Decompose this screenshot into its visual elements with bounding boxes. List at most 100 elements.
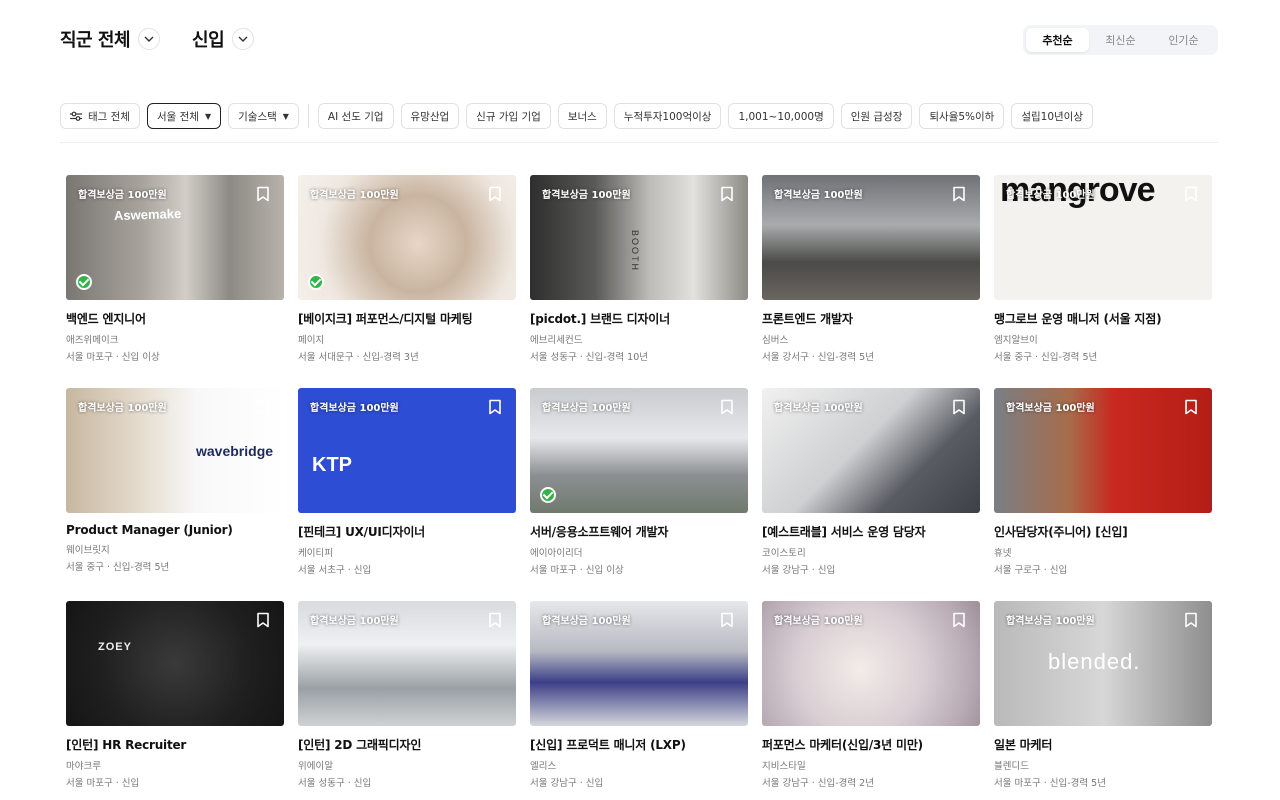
sort-tab-recommended[interactable]: 추천순 <box>1026 28 1089 52</box>
job-title[interactable]: [핀테크] UX/UI디자이너 <box>298 523 516 540</box>
filter-divider <box>307 104 309 128</box>
tag-all-button[interactable]: 태그 전체 <box>60 103 140 129</box>
company-name: 휴넷 <box>994 548 1012 559</box>
job-title[interactable]: [신입] 프로덕트 매니저 (LXP) <box>530 736 748 753</box>
job-card-grid: Aswemake 합격보상금 100만원 백엔드 엔지니어 애즈위메이크 서울 마포구 … <box>66 175 1212 800</box>
bookmark-icon[interactable] <box>952 399 966 419</box>
job-location: 서울 강남구 · 신입 <box>530 778 604 789</box>
bookmark-icon[interactable] <box>256 399 270 419</box>
tag-chip[interactable]: 1,001~10,000명 <box>728 103 834 129</box>
bookmark-icon[interactable] <box>488 186 502 206</box>
job-thumbnail: wavebridge 합격보상금 100만원 <box>66 388 284 513</box>
job-card[interactable]: 합격보상금 100만원 서버/응용소프트웨어 개발자 에이아이리더 서울 마포구 · … <box>530 388 748 601</box>
career-dropdown[interactable]: 신입 <box>192 26 255 52</box>
job-category-dropdown[interactable]: 직군 전체 <box>60 26 161 52</box>
thumbnail-logo-text: Aswemake <box>113 205 182 224</box>
bookmark-icon[interactable] <box>256 612 270 632</box>
tech-stack-label: 기술스택 <box>238 110 277 123</box>
job-title[interactable]: Product Manager (Junior) <box>66 523 284 537</box>
sort-tab-latest[interactable]: 최신순 <box>1089 28 1152 52</box>
verified-check-icon <box>76 274 92 290</box>
bookmark-icon[interactable] <box>952 186 966 206</box>
job-location: 서울 중구 · 신입-경력 5년 <box>994 352 1098 363</box>
job-card[interactable]: KTP 합격보상금 100만원 [핀테크] UX/UI디자이너 케이티피 서울 서초구 … <box>298 388 516 601</box>
job-card[interactable]: 합격보상금 100만원 [예스트래블] 서비스 운영 담당자코이스토리서울 강남구… <box>762 388 980 601</box>
location-filter-button[interactable]: 서울 전체 ▼ <box>146 103 222 129</box>
company-name: 엘리스 <box>530 761 557 772</box>
job-title[interactable]: 인사담당자(주니어) [신입] <box>994 523 1212 540</box>
company-name: 위에이알 <box>298 761 333 772</box>
job-thumbnail: 합격보상금 100만원 <box>530 388 748 513</box>
job-card[interactable]: mangrove 합격보상금 100만원 맹그로브 운영 매니저 (서울 지점) 엠지… <box>994 175 1212 388</box>
reward-badge: 합격보상금 100만원 <box>310 190 399 201</box>
job-title[interactable]: [인턴] 2D 그래픽디자인 <box>298 736 516 753</box>
bookmark-icon[interactable] <box>720 399 734 419</box>
job-title[interactable]: 백엔드 엔지니어 <box>66 310 284 327</box>
company-name: 엠지알브이 <box>994 335 1038 346</box>
bookmark-icon[interactable] <box>952 612 966 632</box>
job-title[interactable]: [picdot.] 브랜드 디자이너 <box>530 310 748 327</box>
bookmark-icon[interactable] <box>256 186 270 206</box>
company-name: 코이스토리 <box>762 548 806 559</box>
tag-chip[interactable]: 유망산업 <box>400 103 460 129</box>
tag-chip[interactable]: 설립10년이상 <box>1011 103 1094 129</box>
bookmark-icon[interactable] <box>1184 399 1198 419</box>
sort-tab-popular[interactable]: 인기순 <box>1152 28 1215 52</box>
chevron-down-icon <box>232 28 255 50</box>
job-location: 서울 성동구 · 신입 <box>298 778 372 789</box>
tag-chip[interactable]: AI 선도 기업 <box>317 103 394 129</box>
job-title[interactable]: 일본 마케터 <box>994 736 1212 753</box>
job-card[interactable]: 합격보상금 100만원 인사담당자(주니어) [신입] 휴넷 서울 구로구 · 신입 <box>994 388 1212 601</box>
reward-badge: 합격보상금 100만원 <box>542 190 631 201</box>
reward-badge: 합격보상금 100만원 <box>774 190 863 201</box>
job-card[interactable]: 합격보상금 100만원 [인턴] 2D 그래픽디자인 위에이알 서울 성동구 · 신입 <box>298 601 516 800</box>
job-title[interactable]: [인턴] HR Recruiter <box>66 736 284 753</box>
reward-badge: 합격보상금 100만원 <box>774 403 863 414</box>
job-location: 서울 성동구 · 신입-경력 10년 <box>530 352 649 363</box>
tech-stack-filter-button[interactable]: 기술스택 ▼ <box>228 103 299 129</box>
bookmark-icon[interactable] <box>1184 612 1198 632</box>
job-location: 서울 강남구 · 신입 <box>762 565 836 576</box>
job-card[interactable]: 합격보상금 100만원 [베이지크] 퍼포먼스/디지털 마케팅 페이지 서울 서대문구… <box>298 175 516 388</box>
bookmark-icon[interactable] <box>720 186 734 206</box>
tag-chip[interactable]: 보너스 <box>557 103 607 129</box>
tag-chip[interactable]: 누적투자100억이상 <box>613 103 722 129</box>
reward-badge: 합격보상금 100만원 <box>1006 403 1095 414</box>
reward-badge: 합격보상금 100만원 <box>542 616 631 627</box>
reward-badge: 합격보상금 100만원 <box>78 403 167 414</box>
job-location: 서울 마포구 · 신입 <box>66 778 140 789</box>
job-title[interactable]: 프론트엔드 개발자 <box>762 310 980 327</box>
job-card[interactable]: ZOEY [인턴] HR Recruiter 마야크루 서울 마포구 · 신입 <box>66 601 284 800</box>
thumbnail-logo-text: wavebridge <box>196 443 274 459</box>
job-thumbnail: 합격보상금 100만원 <box>762 175 980 300</box>
job-title[interactable]: 퍼포먼스 마케터(신입/3년 미만) <box>762 736 980 753</box>
job-title[interactable]: [베이지크] 퍼포먼스/디지털 마케팅 <box>298 310 516 327</box>
job-card[interactable]: 합격보상금 100만원 [신입] 프로덕트 매니저 (LXP) 엘리스서울 강남구 … <box>530 601 748 800</box>
bookmark-icon[interactable] <box>1184 186 1198 206</box>
job-card[interactable]: Aswemake 합격보상금 100만원 백엔드 엔지니어 애즈위메이크 서울 마포구 … <box>66 175 284 388</box>
job-title[interactable]: 서버/응용소프트웨어 개발자 <box>530 523 748 540</box>
company-name: 에브리세컨드 <box>530 335 583 346</box>
job-thumbnail: BOOTH 합격보상금 100만원 <box>530 175 748 300</box>
bookmark-icon[interactable] <box>488 612 502 632</box>
job-title[interactable]: 맹그로브 운영 매니저 (서울 지점) <box>994 310 1212 327</box>
job-location: 서울 마포구 · 신입 이상 <box>66 352 160 363</box>
tag-chip[interactable]: 신규 가입 기업 <box>466 103 551 129</box>
job-card[interactable]: 합격보상금 100만원 프론트엔드 개발자 심버스 서울 강서구 · 신입-경력 5년 <box>762 175 980 388</box>
company-name: 웨이브릿지 <box>66 545 110 556</box>
job-location: 서울 강남구 · 신입-경력 2년 <box>762 778 874 789</box>
tag-chip[interactable]: 인원 급성장 <box>840 103 913 129</box>
filter-bar: 태그 전체 서울 전체 ▼ 기술스택 ▼ AI 선도 기업 유망산업 신규 가입… <box>60 103 1100 129</box>
job-title[interactable]: [예스트래블] 서비스 운영 담당자 <box>762 523 980 540</box>
job-card[interactable]: blended. 합격보상금 100만원 일본 마케터 블렌디드 서울 마포구 · 신입… <box>994 601 1212 800</box>
career-label: 신입 <box>192 30 225 51</box>
bookmark-icon[interactable] <box>720 612 734 632</box>
job-card[interactable]: 합격보상금 100만원 퍼포먼스 마케터(신입/3년 미만) 지비스타일 서울 강남구… <box>762 601 980 800</box>
tag-chip[interactable]: 퇴사율5%이하 <box>919 103 1005 129</box>
job-thumbnail: Aswemake 합격보상금 100만원 <box>66 175 284 300</box>
job-thumbnail: 합격보상금 100만원 <box>530 601 748 726</box>
job-card[interactable]: wavebridge 합격보상금 100만원 Product Manager (Ju… <box>66 388 284 601</box>
bookmark-icon[interactable] <box>488 399 502 419</box>
section-divider <box>60 142 1218 143</box>
job-card[interactable]: BOOTH 합격보상금 100만원 [picdot.] 브랜드 디자이너에브리세컨드… <box>530 175 748 388</box>
